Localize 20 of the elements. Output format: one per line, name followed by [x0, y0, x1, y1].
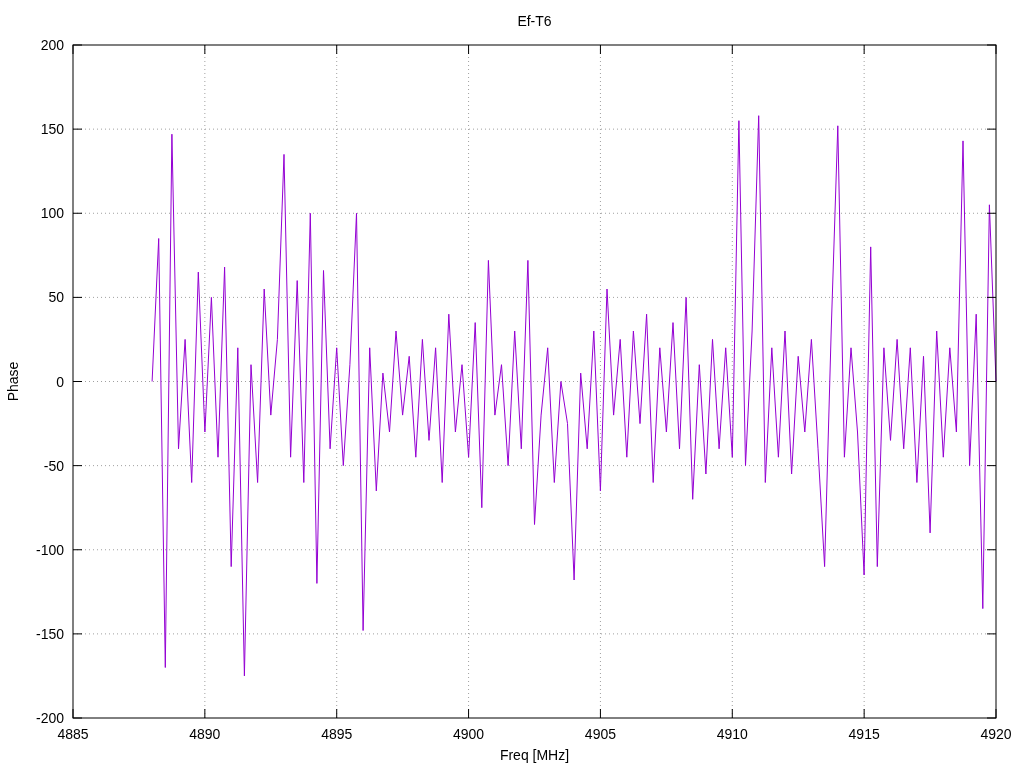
x-tick-label: 4910	[716, 726, 748, 742]
y-tick-label: 50	[48, 289, 64, 306]
y-tick-label: -100	[35, 541, 64, 558]
x-tick-label: 4915	[848, 726, 880, 742]
y-tick-label: 200	[40, 37, 64, 53]
x-tick-label: 4920	[980, 726, 1012, 742]
x-tick-label: 4905	[584, 726, 616, 742]
x-tick-label: 4885	[57, 726, 89, 742]
y-tick-label: -150	[35, 625, 64, 642]
y-axis-label: Phase	[5, 361, 21, 402]
x-tick-label: 4895	[321, 726, 353, 742]
x-tick-label: 4900	[453, 726, 485, 742]
y-tick-label: -200	[35, 710, 64, 726]
y-tick-label: -50	[43, 457, 64, 474]
y-tick-label: 150	[40, 121, 64, 138]
y-tick-label: 100	[40, 205, 64, 222]
y-tick-label: 0	[56, 373, 64, 390]
chart-title: Ef-T6	[517, 13, 552, 29]
x-tick-label: 4890	[189, 726, 221, 742]
x-axis-label: Freq [MHz]	[499, 747, 570, 763]
